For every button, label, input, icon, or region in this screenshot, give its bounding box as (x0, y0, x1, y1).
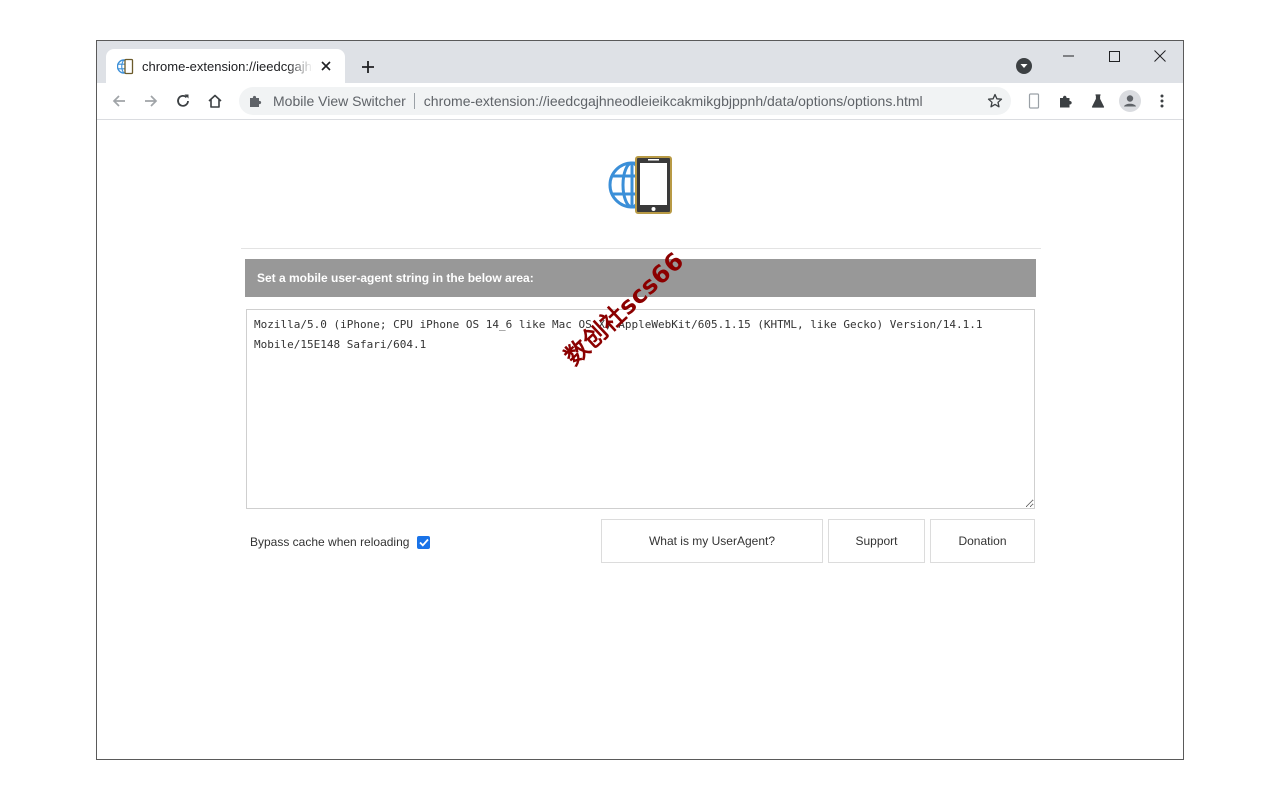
mobile-view-extension-icon[interactable] (1020, 87, 1048, 115)
back-arrow-icon[interactable] (105, 87, 133, 115)
maximize-icon[interactable] (1091, 41, 1137, 71)
options-page: Set a mobile user-agent string in the be… (97, 121, 1183, 759)
instructions-heading: Set a mobile user-agent string in the be… (245, 259, 1036, 297)
tab-title: chrome-extension://ieedcgajhneodleieikca… (142, 58, 313, 74)
tab-strip: chrome-extension://ieedcgajhneodleieikca… (97, 41, 1183, 83)
labs-flask-icon[interactable] (1084, 87, 1112, 115)
address-bar[interactable]: Mobile View Switcher chrome-extension://… (239, 87, 1011, 115)
extensions-puzzle-icon[interactable] (1052, 87, 1080, 115)
profile-avatar-icon[interactable] (1116, 87, 1144, 115)
minimize-icon[interactable] (1045, 41, 1091, 71)
browser-toolbar: Mobile View Switcher chrome-extension://… (97, 83, 1183, 120)
user-agent-textarea[interactable]: Mozilla/5.0 (iPhone; CPU iPhone OS 14_6 … (246, 309, 1035, 509)
active-tab[interactable]: chrome-extension://ieedcgajhneodleieikca… (106, 49, 345, 83)
header-divider (241, 248, 1041, 249)
browser-window: chrome-extension://ieedcgajhneodleieikca… (96, 40, 1184, 760)
close-window-icon[interactable] (1137, 41, 1183, 71)
donation-button[interactable]: Donation (930, 519, 1035, 563)
bookmark-star-icon[interactable] (981, 87, 1009, 115)
support-button[interactable]: Support (828, 519, 925, 563)
url-text[interactable]: chrome-extension://ieedcgajhneodleieikca… (424, 93, 981, 109)
what-is-my-useragent-button[interactable]: What is my UserAgent? (601, 519, 823, 563)
new-tab-button[interactable] (356, 55, 380, 79)
bypass-cache-checkbox[interactable] (417, 535, 431, 549)
menu-kebab-icon[interactable] (1148, 87, 1176, 115)
home-icon[interactable] (201, 87, 229, 115)
tab-search-icon[interactable] (1016, 58, 1032, 74)
puzzle-icon (249, 93, 265, 109)
bypass-cache-label: Bypass cache when reloading (250, 535, 410, 549)
mobile-view-switcher-logo (608, 156, 674, 214)
bypass-cache-row[interactable]: Bypass cache when reloading (250, 532, 431, 552)
extension-favicon-icon (116, 58, 134, 75)
omnibox-separator (413, 93, 415, 109)
reload-icon[interactable] (169, 87, 197, 115)
forward-arrow-icon[interactable] (137, 87, 165, 115)
site-name: Mobile View Switcher (273, 93, 406, 109)
tab-close-icon[interactable] (317, 57, 335, 75)
